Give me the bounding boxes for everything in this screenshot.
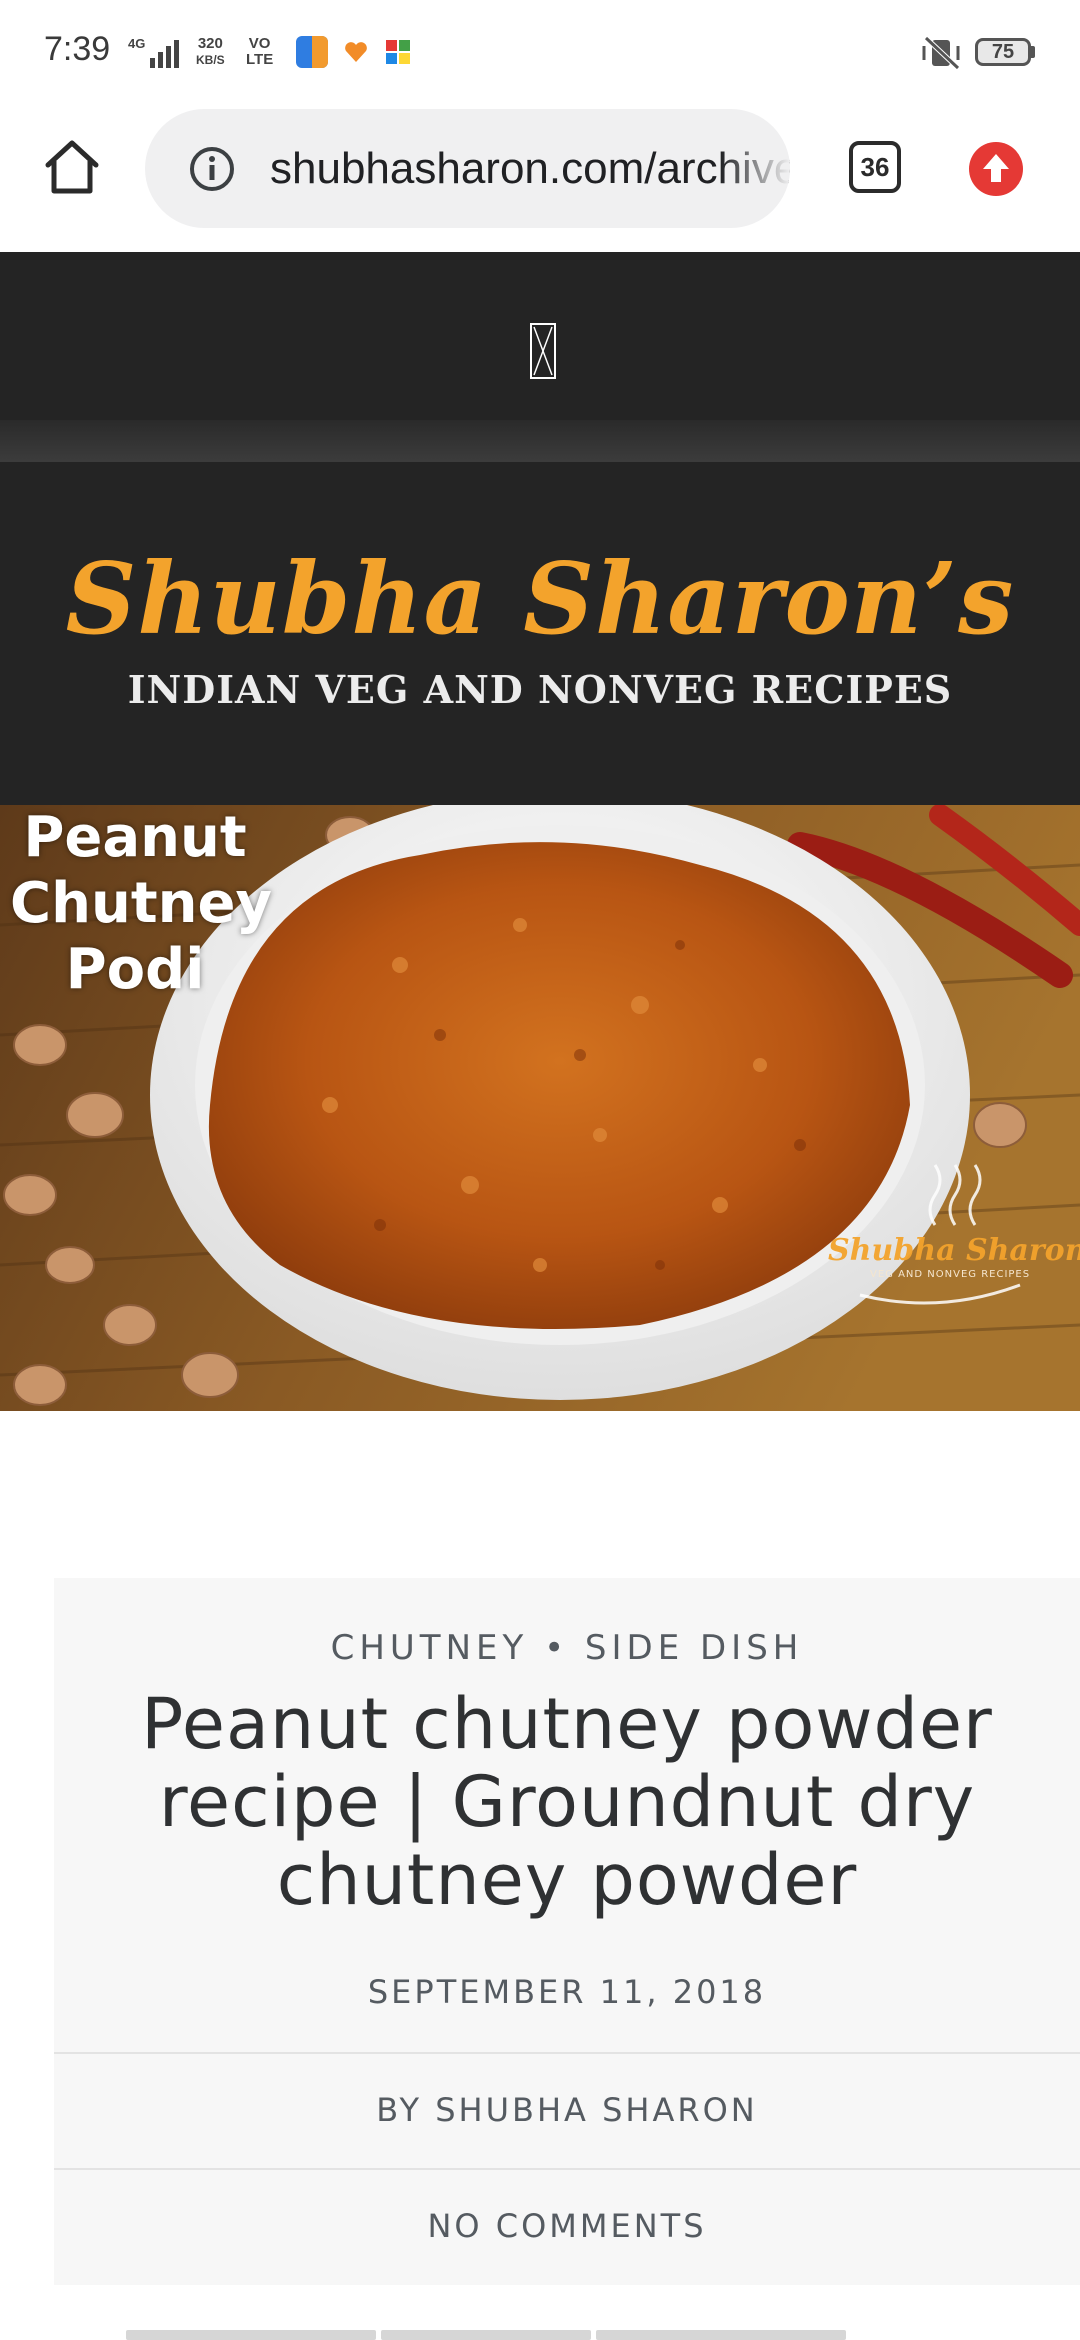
network-speed-value: 320 [197, 35, 223, 52]
post-comments-link[interactable]: NO COMMENTS [54, 2207, 1080, 2245]
app-icon-puzzle [382, 36, 414, 68]
signal-icon [150, 40, 179, 68]
hero-watermark: Shubha Sharon's [828, 1233, 1080, 1268]
tabs-icon[interactable]: 36 [849, 141, 901, 193]
update-icon[interactable] [968, 141, 1024, 197]
hero-caption: Peanut Chutney Podi [10, 805, 272, 1003]
browser-toolbar: shubhasharon.com/archives 36 [0, 105, 1080, 252]
hero-caption-line: Podi [65, 937, 205, 1002]
site-header: Shubha Sharon’s INDIAN VEG AND NONVEG RE… [0, 462, 1080, 805]
featured-image: Peanut Chutney Podi Shubha Sharon's VEG … [0, 805, 1080, 1411]
site-logo-subtitle: INDIAN VEG AND NONVEG RECIPES [127, 667, 953, 712]
app-icon-heart [340, 36, 372, 68]
network-type: 4G [128, 36, 146, 51]
post-header-card: CHUTNEY • SIDE DISH Peanut chutney powde… [54, 1578, 1080, 2285]
status-bar: 7:39 4G 320 KB/S VO LTE 75 [0, 0, 1080, 105]
volte-bottom: LTE [246, 51, 274, 68]
url-text: shubhasharon.com/archives [270, 144, 790, 193]
divider [54, 2168, 1080, 2170]
volte-top: VO [248, 35, 271, 52]
site-logo-title[interactable]: Shubha Sharon’s [0, 542, 1080, 657]
status-time: 7:39 [44, 30, 111, 68]
divider [54, 2052, 1080, 2054]
battery-icon: 75 [975, 38, 1031, 66]
post-categories[interactable]: CHUTNEY • SIDE DISH [54, 1628, 1080, 1668]
hero-caption-line: Chutney [10, 871, 272, 936]
address-bar[interactable]: shubhasharon.com/archives [145, 109, 790, 228]
info-icon[interactable] [189, 146, 235, 192]
post-date: SEPTEMBER 11, 2018 [367, 1973, 767, 2011]
hero-watermark-subtitle: VEG AND NONVEG RECIPES [870, 1269, 1031, 1280]
network-speed-unit: KB/S [196, 53, 225, 67]
post-author[interactable]: BY SHUBHA SHARON [54, 2091, 1080, 2129]
app-icon-blue [296, 36, 328, 68]
vibrate-mute-icon [922, 36, 960, 70]
home-icon[interactable] [40, 135, 104, 199]
broken-image-icon [530, 323, 556, 379]
hero-caption-line: Peanut [23, 805, 247, 870]
post-title: Peanut chutney powder recipe | Groundnut… [141, 1683, 993, 1921]
share-bar-peek [126, 2330, 956, 2340]
